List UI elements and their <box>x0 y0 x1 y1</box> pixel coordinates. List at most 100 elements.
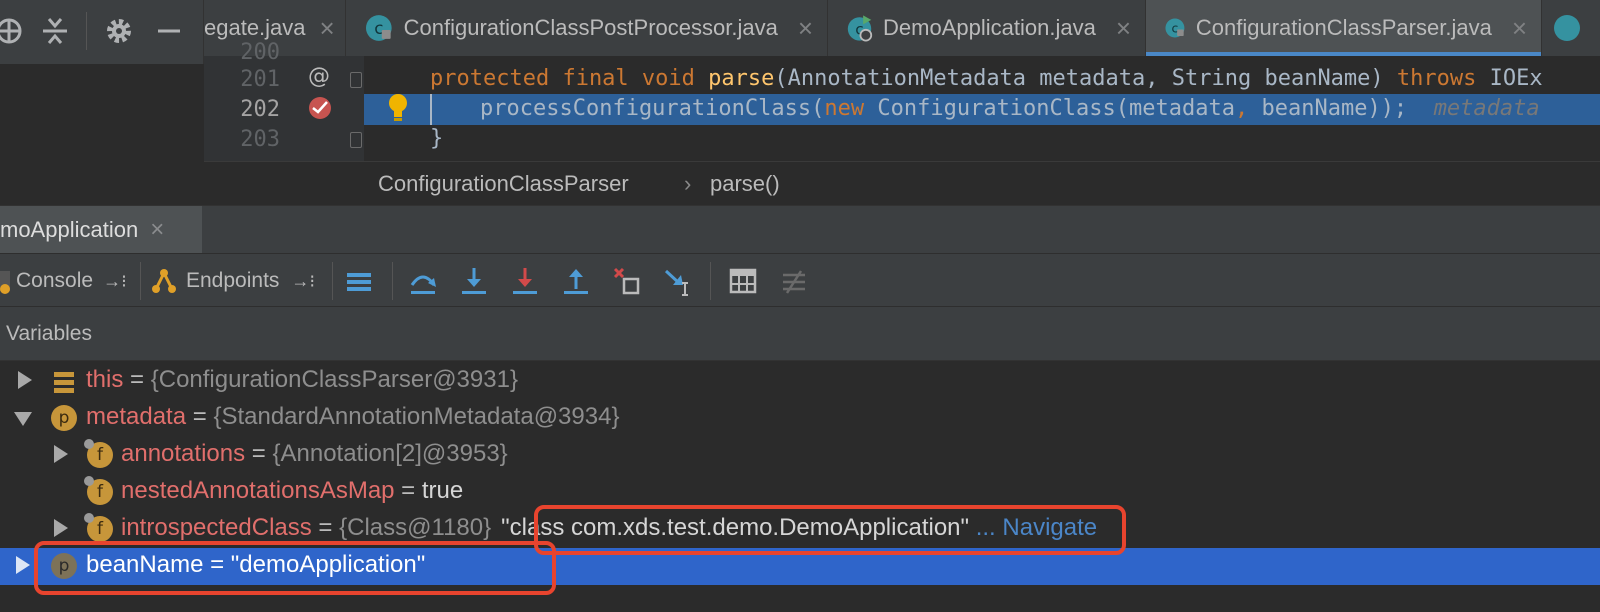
variable-text: beanName = "demoApplication" <box>86 551 425 579</box>
expand-arrow-icon[interactable] <box>18 371 32 389</box>
debug-session-tab[interactable]: moApplication × <box>0 206 202 254</box>
trace-stream-icon <box>783 270 805 294</box>
tab-demo-application[interactable]: c DemoApplication.java × <box>828 0 1146 56</box>
drop-frame-icon[interactable] <box>612 265 642 297</box>
code-text: } <box>430 126 444 151</box>
tab-configuration-class-post-processor[interactable]: c ConfigurationClassPostProcessor.java × <box>346 0 828 56</box>
close-icon[interactable]: × <box>798 13 813 44</box>
expand-arrow-icon[interactable] <box>54 445 68 463</box>
console-tab[interactable]: Console →⁝ <box>0 267 127 295</box>
variable-to-string: "class com.xds.test.demo.DemoApplication… <box>501 514 970 541</box>
expand-arrow-icon[interactable] <box>54 519 68 537</box>
class-icon: c <box>365 15 392 41</box>
navigate-link[interactable]: Navigate <box>1002 514 1097 541</box>
run-class-icon: c <box>847 15 873 42</box>
code-text: IOEx <box>1489 66 1543 91</box>
override-at-icon[interactable]: @ <box>308 64 330 89</box>
variable-value: true <box>421 477 464 504</box>
variable-row-annotations[interactable]: f annotations = {Annotation[2]@3953} <box>0 437 1600 474</box>
code-keyword: protected final void <box>430 66 709 91</box>
breadcrumb-class[interactable]: ConfigurationClassParser <box>378 171 629 197</box>
line-number: 202 <box>240 97 280 122</box>
breadcrumb-method[interactable]: parse() <box>710 171 780 197</box>
variable-text: nestedAnnotationsAsMap = true <box>121 477 463 505</box>
editor-gutter: 200 201 202 203 @ <box>204 40 364 161</box>
breadcrumb-separator: › <box>684 171 692 196</box>
line-number: 201 <box>240 67 280 92</box>
collapse-all-icon[interactable] <box>38 14 72 48</box>
code-line-202: processConfigurationClass(new Configurat… <box>480 96 1540 121</box>
variable-equals: = <box>394 477 422 504</box>
class-icon <box>1554 15 1580 41</box>
fold-marker-icon[interactable] <box>350 72 362 88</box>
debug-session-label: moApplication <box>0 217 139 242</box>
code-line-203: } <box>430 126 443 151</box>
variable-equals: = <box>203 551 231 578</box>
variable-text: introspectedClass = {Class@1180} "class c… <box>121 514 1097 542</box>
variable-text: metadata = {StandardAnnotationMetadata@3… <box>86 403 619 431</box>
tab-label: ConfigurationClassParser.java <box>1195 15 1492 40</box>
final-modifier-icon <box>84 476 94 486</box>
expand-arrow-icon[interactable] <box>16 556 30 574</box>
variable-row-metadata[interactable]: p metadata = {StandardAnnotationMetadata… <box>0 400 1600 437</box>
evaluate-expression-icon[interactable] <box>728 265 758 297</box>
toolbar-separator <box>140 262 141 300</box>
close-icon[interactable]: × <box>1116 13 1131 44</box>
variable-value: {ConfigurationClassParser@3931} <box>150 366 518 393</box>
variable-name: metadata <box>86 403 187 430</box>
step-into-icon[interactable] <box>459 265 489 297</box>
close-icon[interactable]: × <box>320 13 335 44</box>
variables-header: Variables <box>0 307 1600 361</box>
close-icon[interactable]: × <box>1512 13 1527 44</box>
code-text: processConfigurationClass( <box>480 96 825 121</box>
run-to-cursor-icon[interactable] <box>663 265 693 297</box>
tab-next[interactable] <box>1542 0 1600 56</box>
code-keyword: throws <box>1396 66 1490 91</box>
code-text: (AnnotationMetadata metadata, String bea… <box>774 66 1397 91</box>
step-out-icon[interactable] <box>561 265 591 297</box>
ellipsis: ... <box>969 514 1003 541</box>
variable-row-nested-annotations-as-map[interactable]: f nestedAnnotationsAsMap = true <box>0 474 1600 511</box>
collapse-arrow-icon[interactable] <box>14 412 32 426</box>
pin-tab-icon[interactable]: →⁝ <box>291 271 315 292</box>
inline-debug-hint: metadata <box>1433 96 1540 121</box>
variable-equals: = <box>311 514 340 541</box>
fields-icon <box>54 372 74 393</box>
tab-configuration-class-parser[interactable]: c ConfigurationClassParser.java × <box>1146 0 1542 56</box>
gear-icon[interactable] <box>102 14 136 48</box>
variable-equals: = <box>123 366 151 393</box>
variable-row-this[interactable]: this = {ConfigurationClassParser@3931} <box>0 363 1600 400</box>
class-icon: c <box>1165 18 1185 38</box>
variable-row-bean-name[interactable]: p beanName = "demoApplication" <box>0 548 1600 585</box>
variable-value: "demoApplication" <box>230 551 426 578</box>
force-step-into-icon[interactable] <box>510 265 540 297</box>
close-icon[interactable]: × <box>150 216 164 244</box>
line-number: 200 <box>240 40 280 65</box>
line-number: 203 <box>240 127 280 152</box>
toolbar-separator <box>86 12 87 50</box>
scroll-from-source-icon[interactable] <box>0 14 26 48</box>
breadcrumb: ConfigurationClassParser › parse() <box>204 161 1600 205</box>
variable-name: this <box>86 366 124 393</box>
code-keyword: new <box>824 96 878 121</box>
toolbar-separator <box>392 262 393 300</box>
hide-panel-icon[interactable] <box>152 14 186 48</box>
variable-row-introspected-class[interactable]: f introspectedClass = {Class@1180} "class… <box>0 511 1600 548</box>
editor-tabs: egate.java × c ConfigurationClassPostPro… <box>204 0 1600 56</box>
code-editor[interactable]: 200 201 202 203 @ protected final void p… <box>204 40 1600 161</box>
tab-label: ConfigurationClassPostProcessor.java <box>403 15 778 40</box>
fold-marker-icon[interactable] <box>350 132 362 148</box>
variable-name: beanName <box>86 551 204 578</box>
step-over-icon[interactable] <box>408 265 438 297</box>
endpoints-tab[interactable]: Endpoints →⁝ <box>150 267 315 295</box>
show-execution-point-icon[interactable] <box>344 265 374 297</box>
variables-tree[interactable]: this = {ConfigurationClassParser@3931} p… <box>0 361 1600 612</box>
variable-text: this = {ConfigurationClassParser@3931} <box>86 366 518 394</box>
variable-equals: = <box>245 440 273 467</box>
variable-name: introspectedClass <box>121 514 312 541</box>
endpoints-label: Endpoints <box>186 269 280 292</box>
breakpoint-icon[interactable] <box>308 96 332 120</box>
code-comma: , <box>1234 96 1262 121</box>
lightbulb-icon[interactable] <box>386 92 410 122</box>
pin-tab-icon[interactable]: →⁝ <box>103 271 127 292</box>
